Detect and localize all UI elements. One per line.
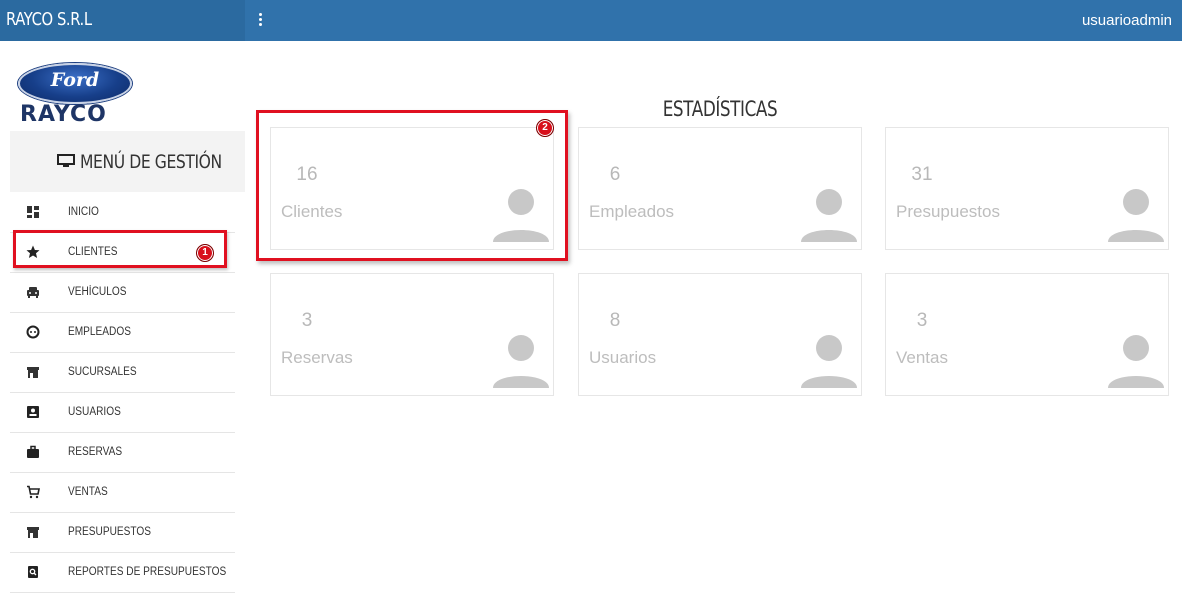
stat-label: Ventas (896, 348, 948, 367)
menu-header: MENÚ DE GESTIÓN (10, 131, 245, 192)
face-icon (26, 325, 40, 339)
stat-card-ventas[interactable]: 3 Ventas (885, 273, 1169, 396)
monitor-icon (57, 154, 75, 167)
sidebar-item-label: INICIO (68, 206, 99, 218)
stat-count: 31 (911, 164, 933, 185)
annotation-badge-2: 2 (536, 119, 554, 137)
stat-count: 3 (301, 310, 313, 331)
report-search-icon (28, 566, 38, 578)
sidebar-item-label: VEHÍCULOS (68, 286, 127, 298)
briefcase-icon (27, 445, 39, 458)
contact-card-icon (27, 406, 39, 418)
person-icon (1108, 189, 1164, 242)
sidebar-item-label: REPORTES DE PRESUPUESTOS (68, 566, 227, 578)
sidebar-item-reservas[interactable]: RESERVAS (10, 432, 235, 473)
sidebar-item-usuarios[interactable]: USUARIOS (10, 392, 235, 433)
car-icon (27, 287, 39, 298)
highlight-box-clientes (13, 230, 227, 268)
sidebar-item-vehiculos[interactable]: VEHÍCULOS (10, 272, 235, 313)
stat-count: 6 (609, 164, 621, 185)
sidebar-item-label: PRESUPUESTOS (68, 526, 152, 538)
sidebar-item-inicio[interactable]: INICIO (10, 192, 235, 233)
sidebar-item-presupuestos[interactable]: PRESUPUESTOS (10, 512, 235, 553)
sidebar: Ford RAYCO MENÚ DE GESTIÓN INICIO CLIENT… (0, 41, 245, 593)
company-logo: Ford RAYCO (0, 41, 245, 131)
sidebar-item-label: RESERVAS (68, 446, 123, 458)
stat-count: 8 (609, 310, 621, 331)
user-menu[interactable]: usuarioadmin (1082, 12, 1172, 29)
highlight-box-clientes-card (256, 110, 568, 261)
sidebar-item-reportes-presupuestos[interactable]: REPORTES DE PRESUPUESTOS (10, 552, 235, 593)
person-icon (801, 189, 857, 242)
sidebar-item-empleados[interactable]: EMPLEADOS (10, 312, 235, 353)
cart-icon (27, 485, 40, 499)
brand-bar[interactable]: RAYCO S.R.L (0, 0, 245, 41)
dashboard-icon (27, 206, 39, 218)
person-icon (493, 335, 549, 388)
person-icon (801, 335, 857, 388)
top-navbar: usuarioadmin (245, 0, 1182, 41)
stat-card-reservas[interactable]: 3 Reservas (270, 273, 554, 396)
sidebar-item-label: EMPLEADOS (68, 326, 131, 338)
store-icon (27, 527, 39, 538)
sidebar-item-label: VENTAS (68, 486, 108, 498)
menu-toggle-icon[interactable] (255, 11, 265, 29)
stat-label: Usuarios (589, 348, 657, 367)
stat-count: 3 (916, 310, 928, 331)
stat-label: Reservas (281, 348, 353, 367)
person-icon (1108, 335, 1164, 388)
stat-label: Empleados (589, 202, 675, 221)
stat-card-presupuestos[interactable]: 31 Presupuestos (885, 127, 1169, 250)
annotation-badge-1: 1 (196, 244, 214, 262)
sidebar-item-sucursales[interactable]: SUCURSALES (10, 352, 235, 393)
sidebar-item-ventas[interactable]: VENTAS (10, 472, 235, 513)
ford-oval-logo: Ford (18, 63, 132, 104)
store-icon (27, 367, 39, 378)
brand-name[interactable]: RAYCO S.R.L (6, 9, 92, 30)
rayco-logo-text: RAYCO (20, 102, 107, 127)
sidebar-item-label: USUARIOS (68, 406, 121, 418)
stat-label: Presupuestos (896, 202, 1000, 221)
sidebar-item-label: SUCURSALES (68, 366, 137, 378)
menu-title: MENÚ DE GESTIÓN (80, 151, 222, 173)
stat-card-usuarios[interactable]: 8 Usuarios (578, 273, 862, 396)
page-title: ESTADÍSTICAS (662, 97, 778, 121)
stat-card-empleados[interactable]: 6 Empleados (578, 127, 862, 250)
